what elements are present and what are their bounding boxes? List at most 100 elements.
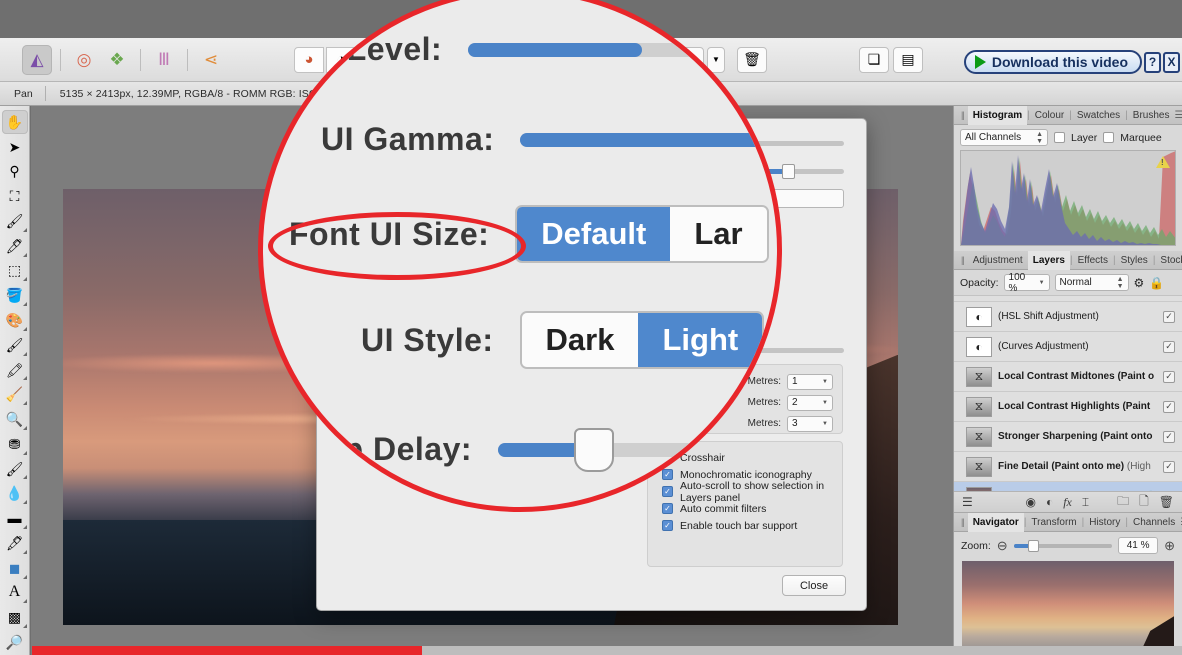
liquify-persona-icon[interactable]: ❖ xyxy=(102,45,132,75)
tab-swatches[interactable]: Swatches xyxy=(1072,106,1125,125)
close-button[interactable]: Close xyxy=(782,575,846,596)
layer-stack-icon[interactable]: ☰ xyxy=(962,495,973,509)
metres-select-1[interactable]: 1 ▼ xyxy=(787,373,833,390)
tab-adjustment[interactable]: Adjustment xyxy=(968,251,1028,270)
metres-select-3[interactable]: 3 ▼ xyxy=(787,415,833,432)
table-row[interactable]: ◐ (Curves Adjustment) ✓ xyxy=(954,332,1182,362)
tab-styles[interactable]: Styles xyxy=(1116,251,1153,270)
tab-colour[interactable]: Colour xyxy=(1030,106,1069,125)
metres-select-2[interactable]: 2 ▼ xyxy=(787,394,833,411)
adjustment-layer-icon[interactable]: ◐ xyxy=(1046,495,1053,509)
magnified-tooltip-delay-slider[interactable] xyxy=(498,427,709,472)
tab-history[interactable]: History xyxy=(1084,513,1125,532)
magnified-tooltip-delay-knob[interactable] xyxy=(573,427,614,472)
blemish-removal-tool[interactable]: ▬ xyxy=(2,506,28,530)
rectangle-shape-tool[interactable]: ◼ xyxy=(2,556,28,580)
magnified-ui-style-light[interactable]: Light xyxy=(638,313,763,367)
paint-brush-tool[interactable]: 🖌 xyxy=(2,209,28,233)
zoom-value-field[interactable]: 41 % xyxy=(1118,537,1159,554)
live-filter-icon[interactable]: fx xyxy=(1063,495,1072,510)
layer-visibility-checkbox[interactable]: ✓ xyxy=(1163,430,1175,443)
move-tool[interactable]: ➤ xyxy=(2,135,28,159)
new-group-icon[interactable]: 🗀 xyxy=(1117,492,1129,513)
magnified-font-ui-size-large[interactable]: Lar xyxy=(670,207,767,261)
navigator-thumbnail[interactable] xyxy=(962,561,1174,653)
download-banner-close-button[interactable]: X xyxy=(1163,51,1180,73)
magnified-grey-level-slider[interactable] xyxy=(468,42,769,57)
mesh-warp-tool[interactable]: ▩ xyxy=(2,605,28,629)
layers-list[interactable]: ◐ (HSL Shift Adjustment) ✓ ◐ (Curves Adj… xyxy=(954,295,1182,491)
lock-icon[interactable]: 🔒 xyxy=(1149,276,1164,290)
tab-brushes[interactable]: Brushes xyxy=(1128,106,1175,125)
table-row[interactable]: ⧖ Fine Detail (Paint onto me) (High ✓ xyxy=(954,452,1182,482)
undo-brush-tool[interactable]: 🖍 xyxy=(2,358,28,382)
tab-stock[interactable]: Stock xyxy=(1155,251,1182,270)
zoom-tool[interactable]: 🔎 xyxy=(2,630,28,654)
table-row[interactable]: ◐ (HSL Shift Adjustment) ✓ xyxy=(954,302,1182,332)
layer-visibility-checkbox[interactable]: ✓ xyxy=(1163,370,1175,383)
layer-visibility-checkbox[interactable]: ✓ xyxy=(1163,460,1175,473)
affinity-photo-persona-icon[interactable]: ◭ xyxy=(22,44,52,75)
colour-picker-tool[interactable]: ⚲ xyxy=(2,160,28,184)
dodge-tool[interactable]: 🔍 xyxy=(2,407,28,431)
view-tool[interactable]: ✋ xyxy=(1,110,28,134)
tab-navigator[interactable]: Navigator xyxy=(967,512,1024,532)
delete-layer-icon[interactable]: 🗑 xyxy=(1159,495,1174,509)
table-row[interactable]: ⧖ Local Contrast Highlights (Paint ✓ xyxy=(954,392,1182,422)
magnified-font-ui-size-default[interactable]: Default xyxy=(517,207,671,261)
blend-mode-select[interactable]: Normal ▲ ▼ xyxy=(1054,274,1129,291)
download-banner-help-button[interactable]: ? xyxy=(1144,51,1161,73)
erase-brush-tool[interactable]: 🧹 xyxy=(2,382,28,406)
panel-toggle-icon[interactable]: ▤ xyxy=(893,46,923,73)
download-this-video-button[interactable]: Download this video xyxy=(963,50,1142,74)
export-persona-icon[interactable]: ⋖ xyxy=(196,45,226,75)
layer-visibility-checkbox[interactable]: ✓ xyxy=(1163,340,1175,353)
channel-select[interactable]: All Channels ▲ ▼ xyxy=(960,129,1048,146)
table-row[interactable]: ⧖ Local Contrast Midtones (Paint o ✓ xyxy=(954,362,1182,392)
develop-persona-icon[interactable]: ◎ xyxy=(69,45,99,75)
tab-histogram[interactable]: Histogram xyxy=(967,105,1028,125)
healing-brush-tool[interactable]: 🖌 xyxy=(2,457,28,481)
layer-visibility-checkbox[interactable]: ✓ xyxy=(1163,490,1175,491)
colour-replacement-tool[interactable]: 🎨 xyxy=(2,308,28,332)
touch-bar-support-checkbox-row[interactable]: ✓ Enable touch bar support xyxy=(662,517,842,534)
mask-layer-icon[interactable]: ◉ xyxy=(1025,495,1035,509)
selection-brush-tool[interactable]: 🖊 xyxy=(2,234,28,258)
zoom-slider[interactable] xyxy=(1013,539,1113,552)
mask-icon[interactable]: ⌶ xyxy=(1082,495,1089,510)
tab-channels[interactable]: Channels xyxy=(1128,513,1180,532)
tab-layers[interactable]: Layers xyxy=(1027,250,1070,270)
artistic-text-tool[interactable]: A xyxy=(2,581,28,605)
zoom-out-button[interactable]: ⊖ xyxy=(997,538,1008,554)
layer-visibility-checkbox[interactable]: ✓ xyxy=(1163,310,1175,323)
flood-fill-tool[interactable]: 🪣 xyxy=(2,283,28,307)
panel-grip-icon[interactable]: || xyxy=(957,255,968,265)
panel-grip-icon[interactable]: || xyxy=(957,517,968,527)
marquee-checkbox[interactable] xyxy=(1103,132,1115,143)
magnified-ui-style-dark[interactable]: Dark xyxy=(521,313,639,367)
tab-effects[interactable]: Effects xyxy=(1073,251,1113,270)
marquee-selection-tool[interactable]: ⬚ xyxy=(2,259,28,283)
layer-visibility-checkbox[interactable]: ✓ xyxy=(1163,400,1175,413)
arrange-icon[interactable]: ❏ xyxy=(859,46,889,73)
zoom-in-button[interactable]: ⊕ xyxy=(1164,538,1175,554)
magnified-font-ui-size-segmented-control[interactable]: Default Lar xyxy=(515,205,769,263)
layer-checkbox[interactable] xyxy=(1054,132,1065,143)
magnified-ui-gamma-slider[interactable] xyxy=(520,132,777,147)
ui-gamma-slider-knob[interactable] xyxy=(781,163,795,179)
opacity-select[interactable]: 100 % ▼ xyxy=(1003,272,1050,294)
magnified-ui-style-segmented-control[interactable]: Dark Light xyxy=(519,311,765,369)
table-row[interactable]: ⧖ Stronger Sharpening (Paint onto ✓ xyxy=(954,422,1182,452)
blur-brush-tool[interactable]: 💧 xyxy=(2,481,28,505)
tone-mapping-persona-icon[interactable]: Ⅲ xyxy=(149,45,179,75)
panel-grip-icon[interactable]: || xyxy=(957,110,968,120)
tab-transform[interactable]: Transform xyxy=(1026,513,1081,532)
new-layer-icon[interactable]: 🗋 xyxy=(1139,492,1149,513)
paint-mixer-tool[interactable]: 🖌 xyxy=(2,333,28,357)
layer-settings-gear-icon[interactable]: ⚙ xyxy=(1134,276,1145,290)
table-row[interactable]: Background (Pixel) 🔒 ✓ xyxy=(954,482,1182,491)
pen-tool[interactable]: 🖋 xyxy=(2,531,28,555)
crop-tool[interactable]: ⛶ xyxy=(2,184,28,208)
clone-brush-tool[interactable]: ⛃ xyxy=(2,432,28,456)
panel-menu-icon[interactable]: ☰ xyxy=(1174,110,1182,121)
